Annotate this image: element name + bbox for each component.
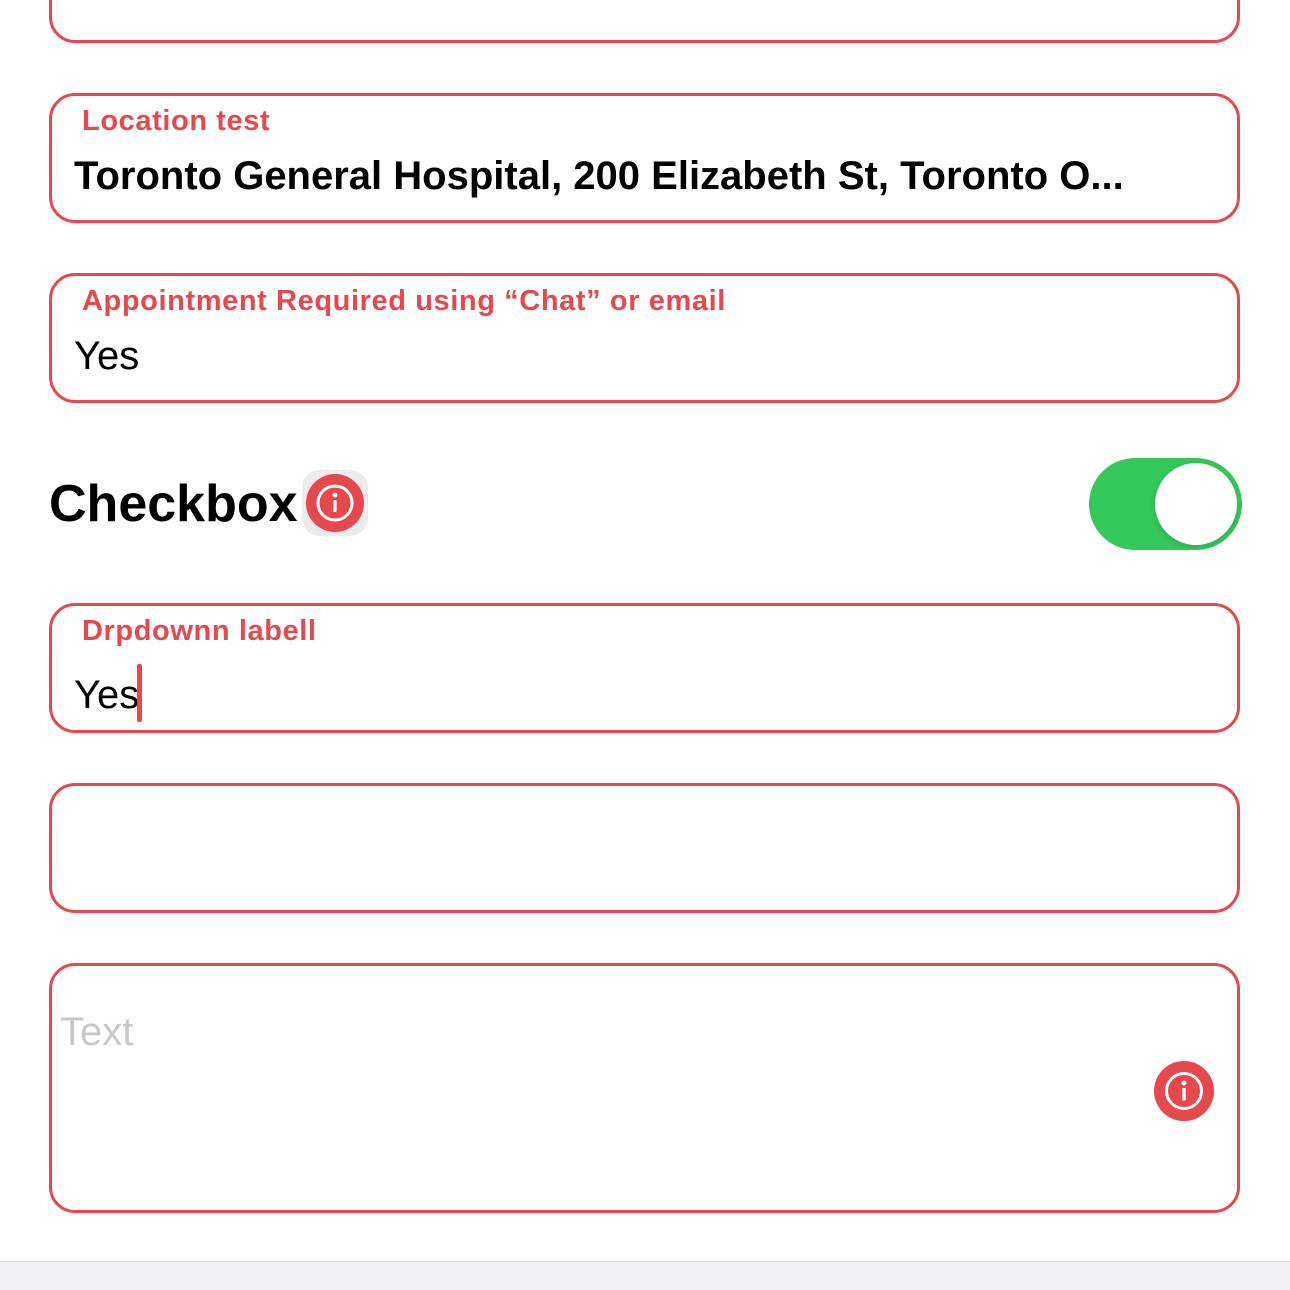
bottom-bar	[0, 1261, 1290, 1290]
empty-field[interactable]	[49, 783, 1240, 913]
checkbox-info-button[interactable]	[302, 470, 368, 536]
dropdown-field-value-wrap[interactable]: Yes	[74, 664, 1194, 722]
checkbox-row: Checkbox	[49, 458, 1242, 550]
text-area-field[interactable]: Text	[49, 963, 1240, 1213]
checkbox-label: Checkbox	[49, 475, 298, 533]
dropdown-field-label: Drpdownn labell	[82, 615, 317, 647]
appointment-field[interactable]: Appointment Required using “Chat” or ema…	[49, 273, 1240, 403]
location-field-value[interactable]: Toronto General Hospital, 200 Elizabeth …	[74, 154, 1194, 199]
location-field[interactable]: Location test Toronto General Hospital, …	[49, 93, 1240, 223]
dropdown-field-value: Yes	[74, 673, 140, 717]
appointment-field-value[interactable]: Yes	[74, 334, 1194, 379]
location-field-label: Location test	[82, 105, 271, 137]
toggle-knob	[1155, 463, 1237, 545]
text-area-placeholder: Text	[60, 1010, 134, 1054]
text-cursor	[137, 664, 143, 722]
checkbox-toggle[interactable]	[1089, 458, 1242, 550]
appointment-field-label: Appointment Required using “Chat” or ema…	[82, 285, 726, 317]
form-page: Location test Toronto General Hospital, …	[0, 0, 1290, 1290]
text-area-info-icon[interactable]	[1154, 1061, 1214, 1121]
partial-field-top[interactable]	[49, 0, 1240, 43]
info-icon	[306, 474, 364, 532]
dropdown-field[interactable]: Drpdownn labell Yes	[49, 603, 1240, 733]
